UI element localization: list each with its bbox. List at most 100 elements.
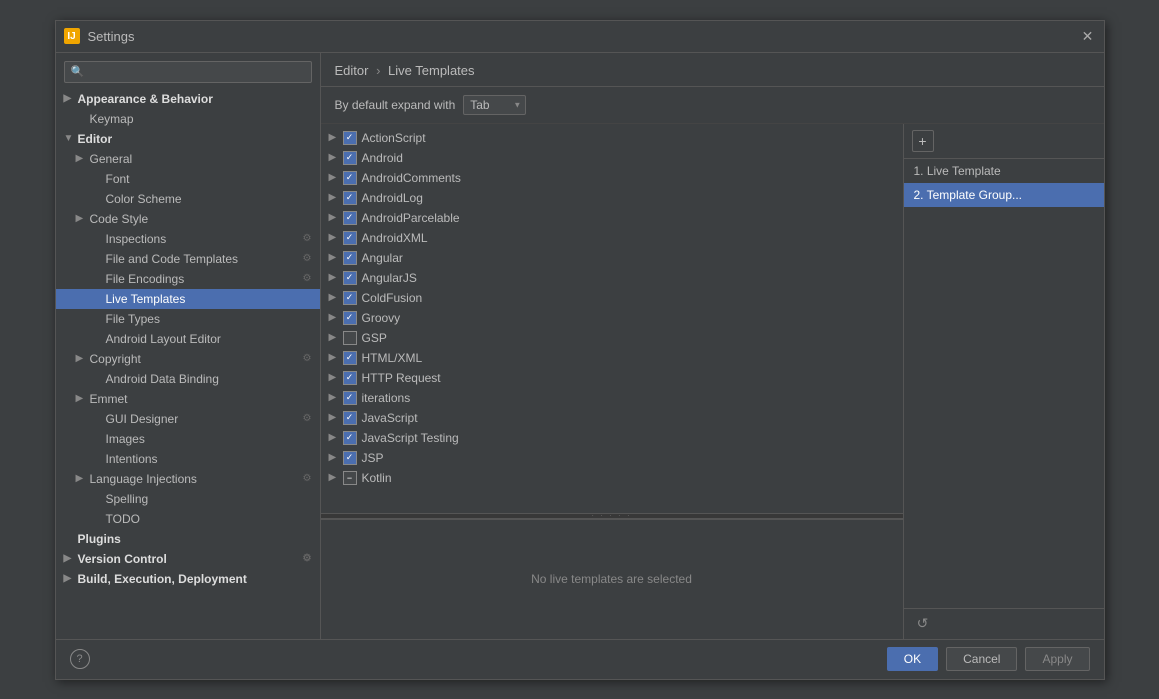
group-label: ColdFusion (362, 291, 423, 305)
checkbox-icon[interactable]: ✓ (343, 451, 357, 465)
sidebar-item-font[interactable]: Font (56, 169, 320, 189)
arrow-icon: ▶ (76, 473, 90, 484)
help-button[interactable]: ? (70, 649, 90, 669)
list-item[interactable]: ▶ ✓ HTTP Request (321, 368, 903, 388)
sidebar-item-file-code-templates[interactable]: File and Code Templates ⚙ (56, 249, 320, 269)
list-item[interactable]: ▶ ✓ AndroidLog (321, 188, 903, 208)
checkbox-icon[interactable]: ✓ (343, 151, 357, 165)
checkbox-icon[interactable]: ✓ (343, 351, 357, 365)
group-label: AndroidComments (362, 171, 461, 185)
checkbox-icon[interactable]: ✓ (343, 191, 357, 205)
list-item[interactable]: ▶ ✓ JavaScript (321, 408, 903, 428)
expand-select-wrapper[interactable]: Tab Enter Space (463, 95, 526, 115)
group-label: JavaScript (362, 411, 418, 425)
checkbox-partial[interactable]: − (343, 471, 357, 485)
sidebar-item-code-style[interactable]: ▶ Code Style (56, 209, 320, 229)
list-item[interactable]: ▶ ✓ AngularJS (321, 268, 903, 288)
arrow-icon: ▶ (76, 213, 90, 224)
group-label: JSP (362, 451, 384, 465)
checkbox-icon[interactable]: ✓ (343, 411, 357, 425)
list-item[interactable]: ▶ ✓ ColdFusion (321, 288, 903, 308)
arrow-icon: ▶ (329, 232, 343, 243)
sidebar-item-build-execution[interactable]: ▶ Build, Execution, Deployment (56, 569, 320, 589)
right-list-item[interactable]: 1. Live Template (904, 159, 1104, 183)
list-item[interactable]: ▶ ✓ JSP (321, 448, 903, 468)
list-item[interactable]: ▶ ✓ JavaScript Testing (321, 428, 903, 448)
sidebar-item-intentions[interactable]: Intentions (56, 449, 320, 469)
sidebar-item-language-injections[interactable]: ▶ Language Injections ⚙ (56, 469, 320, 489)
list-item[interactable]: ▶ GSP (321, 328, 903, 348)
search-box[interactable]: 🔍 (64, 61, 312, 83)
sidebar-item-general[interactable]: ▶ General (56, 149, 320, 169)
checkbox-icon[interactable]: ✓ (343, 211, 357, 225)
checkbox-icon[interactable]: ✓ (343, 291, 357, 305)
arrow-icon: ▶ (329, 152, 343, 163)
right-panel-bottom: ↺ (904, 608, 1104, 639)
settings-icon: ⚙ (303, 233, 312, 244)
expand-select[interactable]: Tab Enter Space (463, 95, 526, 115)
checkbox-icon[interactable]: ✓ (343, 231, 357, 245)
sidebar-item-todo[interactable]: TODO (56, 509, 320, 529)
dialog-footer: ? OK Cancel Apply (56, 639, 1104, 679)
sidebar-item-android-data-binding[interactable]: Android Data Binding (56, 369, 320, 389)
sidebar-item-emmet[interactable]: ▶ Emmet (56, 389, 320, 409)
cancel-button[interactable]: Cancel (946, 647, 1017, 671)
checkbox-icon[interactable]: ✓ (343, 251, 357, 265)
sidebar-item-live-templates[interactable]: Live Templates (56, 289, 320, 309)
list-item[interactable]: ▶ − Kotlin (321, 468, 903, 488)
checkbox-icon[interactable]: ✓ (343, 391, 357, 405)
checkbox-icon[interactable]: ✓ (343, 371, 357, 385)
sidebar-item-appearance[interactable]: ▶ Appearance & Behavior (56, 89, 320, 109)
sidebar-item-label: GUI Designer (106, 412, 179, 426)
sidebar-item-label: File Types (106, 312, 160, 326)
list-item[interactable]: ▶ ✓ AndroidXML (321, 228, 903, 248)
group-label: Kotlin (362, 471, 392, 485)
sidebar-item-version-control[interactable]: ▶ Version Control ⚙ (56, 549, 320, 569)
right-list-item-selected[interactable]: 2. Template Group... (904, 183, 1104, 207)
sidebar-item-android-layout-editor[interactable]: Android Layout Editor (56, 329, 320, 349)
list-item[interactable]: ▶ ✓ iterations (321, 388, 903, 408)
sidebar-item-editor[interactable]: ▼ Editor (56, 129, 320, 149)
apply-button[interactable]: Apply (1025, 647, 1089, 671)
sidebar-item-plugins[interactable]: Plugins (56, 529, 320, 549)
ok-button[interactable]: OK (887, 647, 938, 671)
arrow-icon: ▶ (329, 272, 343, 283)
sidebar-item-color-scheme[interactable]: Color Scheme (56, 189, 320, 209)
list-item[interactable]: ▶ ✓ AndroidParcelable (321, 208, 903, 228)
list-item[interactable]: ▶ ✓ Groovy (321, 308, 903, 328)
list-item[interactable]: ▶ ✓ Android (321, 148, 903, 168)
checkbox-icon[interactable]: ✓ (343, 131, 357, 145)
sidebar-item-inspections[interactable]: Inspections ⚙ (56, 229, 320, 249)
sidebar-item-file-encodings[interactable]: File Encodings ⚙ (56, 269, 320, 289)
sidebar-item-label: Inspections (106, 232, 167, 246)
arrow-icon: ▶ (329, 212, 343, 223)
list-item[interactable]: ▶ ✓ Angular (321, 248, 903, 268)
checkbox-icon[interactable]: ✓ (343, 311, 357, 325)
sidebar-item-keymap[interactable]: Keymap (56, 109, 320, 129)
checkbox-unchecked[interactable] (343, 331, 357, 345)
list-item[interactable]: ▶ ✓ ActionScript (321, 128, 903, 148)
checkbox-icon[interactable]: ✓ (343, 171, 357, 185)
sidebar-item-label: Intentions (106, 452, 158, 466)
arrow-icon: ▶ (329, 452, 343, 463)
search-input[interactable] (88, 65, 304, 79)
right-item-label: 1. Live Template (914, 164, 1001, 178)
group-label: ActionScript (362, 131, 426, 145)
sidebar-item-spelling[interactable]: Spelling (56, 489, 320, 509)
sidebar-item-label: Version Control (78, 552, 167, 566)
sidebar-item-images[interactable]: Images (56, 429, 320, 449)
list-item[interactable]: ▶ ✓ AndroidComments (321, 168, 903, 188)
undo-button[interactable]: ↺ (912, 613, 934, 635)
list-item[interactable]: ▶ ✓ HTML/XML (321, 348, 903, 368)
sidebar-item-copyright[interactable]: ▶ Copyright ⚙ (56, 349, 320, 369)
sidebar-item-gui-designer[interactable]: GUI Designer ⚙ (56, 409, 320, 429)
close-button[interactable]: ✕ (1080, 28, 1096, 44)
checkbox-icon[interactable]: ✓ (343, 271, 357, 285)
add-button[interactable]: + (912, 130, 934, 152)
arrow-icon: ▶ (329, 412, 343, 423)
arrow-icon: ▶ (64, 573, 78, 584)
checkbox-icon[interactable]: ✓ (343, 431, 357, 445)
content-toolbar: By default expand with Tab Enter Space (321, 87, 1104, 124)
sidebar-item-file-types[interactable]: File Types (56, 309, 320, 329)
arrow-icon: ▶ (329, 172, 343, 183)
